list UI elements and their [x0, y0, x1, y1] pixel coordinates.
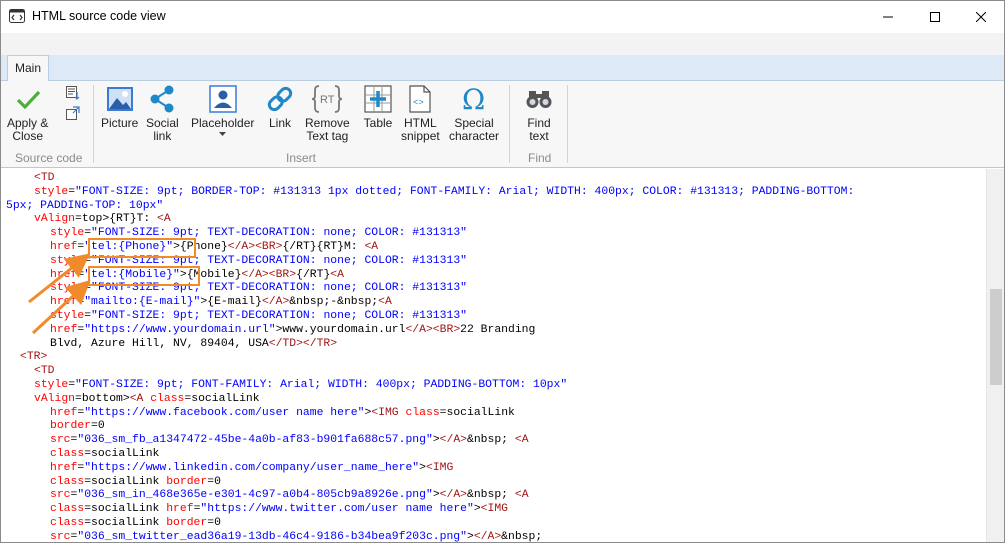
source-code-window: HTML source code view Main Apply & Close	[0, 0, 1005, 543]
annotation-arrows	[28, 253, 91, 335]
